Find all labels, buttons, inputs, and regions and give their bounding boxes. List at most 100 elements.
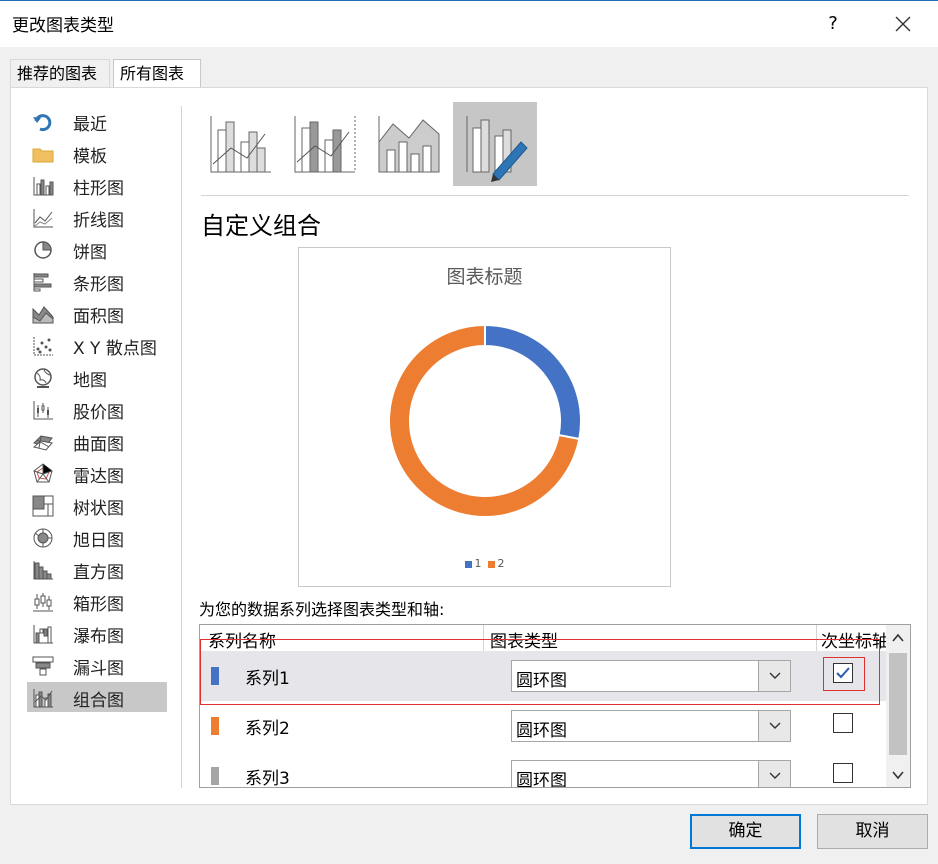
sidebar-item-folder[interactable]: 模板 <box>27 138 167 168</box>
scroll-down-button[interactable] <box>886 765 910 785</box>
chart-type-dropdown[interactable]: 圆环图 <box>511 710 791 742</box>
sidebar-item-label: 最近 <box>73 115 107 135</box>
dropdown-button[interactable] <box>758 711 790 741</box>
folder-icon <box>32 148 54 163</box>
sunburst-chart-icon <box>33 528 53 548</box>
chart-type-value: 圆环图 <box>516 721 567 741</box>
sidebar-item-label: 曲面图 <box>73 435 124 455</box>
sidebar-item-label: 折线图 <box>73 211 124 231</box>
legend-label: 1 <box>474 557 482 570</box>
scroll-up-button[interactable] <box>886 627 910 647</box>
chart-legend: 12 <box>299 557 670 570</box>
sidebar-item-bar-chart[interactable]: 条形图 <box>27 266 167 296</box>
sidebar-item-label: 树状图 <box>73 499 124 519</box>
sidebar-item-radar-chart[interactable]: 雷达图 <box>27 458 167 488</box>
title-bar: 更改图表类型 ? <box>0 1 938 47</box>
sidebar-item-label: 瀑布图 <box>73 627 124 647</box>
bar-chart-icon <box>33 273 52 292</box>
area-chart-icon <box>32 306 54 324</box>
secondary-axis-checkbox[interactable] <box>833 763 853 783</box>
subtype-stacked-area-column[interactable] <box>369 102 453 186</box>
subtype-custom-combo[interactable] <box>453 102 537 186</box>
secondary-axis-checkbox[interactable] <box>833 713 853 733</box>
header-divider <box>483 625 484 651</box>
series-row[interactable]: 系列3 圆环图 <box>200 751 886 788</box>
sidebar-item-histogram-chart[interactable]: 直方图 <box>27 554 167 584</box>
surface-chart-icon <box>32 435 53 451</box>
close-icon <box>895 16 911 32</box>
help-button[interactable]: ? <box>818 9 848 39</box>
line-chart-icon <box>33 209 53 228</box>
funnel-chart-icon <box>32 656 54 676</box>
legend-swatch <box>487 560 495 568</box>
sidebar-item-pie-chart[interactable]: 饼图 <box>27 234 167 264</box>
sidebar-item-label: 股价图 <box>73 403 124 423</box>
sidebar-item-waterfall-chart[interactable]: 瀑布图 <box>27 618 167 648</box>
series-row[interactable]: 系列2 圆环图 <box>200 701 886 751</box>
series-color-swatch <box>211 667 219 685</box>
sidebar-item-line-chart[interactable]: 折线图 <box>27 202 167 232</box>
clustered-column-line-icon <box>210 116 271 173</box>
header-divider <box>816 625 817 651</box>
sidebar-item-label: 雷达图 <box>73 467 124 487</box>
box-whisker-chart-icon <box>33 593 53 612</box>
subtype-column-line-secondary[interactable] <box>285 102 369 186</box>
legend-entry: 1 <box>464 557 482 570</box>
sidebar-item-funnel-chart[interactable]: 漏斗图 <box>27 650 167 680</box>
series-prompt: 为您的数据系列选择图表类型和轴: <box>199 600 445 619</box>
dropdown-button[interactable] <box>758 761 790 787</box>
combo-heading: 自定义组合 <box>201 212 321 240</box>
dropdown-button[interactable] <box>758 661 790 691</box>
ok-button[interactable]: 确定 <box>690 814 801 849</box>
chart-preview: 图表标题 12 <box>298 247 671 587</box>
sidebar-item-scatter-chart[interactable]: X Y 散点图 <box>27 330 167 360</box>
subtype-clustered-column-line[interactable] <box>201 102 285 186</box>
sidebar-item-recent[interactable]: 最近 <box>27 106 167 136</box>
chevron-down-icon <box>769 672 781 679</box>
legend-label: 2 <box>497 557 505 570</box>
sidebar-item-stock-chart[interactable]: 股价图 <box>27 394 167 424</box>
sidebar-item-box-whisker-chart[interactable]: 箱形图 <box>27 586 167 616</box>
column-chart-icon <box>33 177 54 196</box>
series-row[interactable]: 系列1 圆环图 <box>200 651 886 701</box>
close-button[interactable] <box>886 9 920 39</box>
chart-type-dropdown[interactable]: 圆环图 <box>511 660 791 692</box>
waterfall-chart-icon <box>33 625 53 644</box>
sidebar-item-label: 箱形图 <box>73 595 124 615</box>
grid-scrollbar[interactable] <box>886 625 910 787</box>
sidebar-item-map-chart[interactable]: 地图 <box>27 362 167 392</box>
series-name: 系列3 <box>245 769 290 788</box>
column-line-secondary-icon <box>294 116 356 173</box>
sidebar-item-label: 柱形图 <box>73 179 124 199</box>
histogram-chart-icon <box>33 561 53 580</box>
sidebar-item-area-chart[interactable]: 面积图 <box>27 298 167 328</box>
doughnut-slice-1 <box>484 325 581 441</box>
grid-header: 系列名称 图表类型 次坐标轴 <box>200 625 889 652</box>
cancel-button[interactable]: 取消 <box>817 814 928 849</box>
sidebar-item-surface-chart[interactable]: 曲面图 <box>27 426 167 456</box>
doughnut-chart <box>389 325 581 517</box>
sidebar-item-column-chart[interactable]: 柱形图 <box>27 170 167 200</box>
sidebar-item-label: 模板 <box>73 147 107 167</box>
chart-title: 图表标题 <box>446 266 523 288</box>
chevron-down-icon <box>892 771 904 780</box>
scroll-thumb[interactable] <box>889 653 907 755</box>
sidebar-item-combo-chart[interactable]: 组合图 <box>27 682 167 712</box>
change-chart-type-dialog: 更改图表类型 ? 推荐的图表 所有图表 最近模板柱形图折线图饼图条形图面积图 X … <box>0 0 938 864</box>
sidebar-item-treemap-chart[interactable]: 树状图 <box>27 490 167 520</box>
chart-type-dropdown[interactable]: 圆环图 <box>511 760 791 787</box>
sidebar-item-label: 组合图 <box>73 691 124 711</box>
secondary-axis-checkbox[interactable] <box>833 663 853 683</box>
chevron-down-icon <box>769 722 781 729</box>
chevron-up-icon <box>892 633 904 642</box>
tab-recommended[interactable]: 推荐的图表 <box>10 59 110 87</box>
tab-all-charts[interactable]: 所有图表 <box>113 59 201 88</box>
recent-icon <box>33 114 52 132</box>
sidebar-item-label: 面积图 <box>73 307 124 327</box>
legend-entry: 2 <box>487 557 505 570</box>
sidebar-item-label: 条形图 <box>73 275 124 295</box>
custom-combo-icon <box>466 116 528 182</box>
sidebar-item-sunburst-chart[interactable]: 旭日图 <box>27 522 167 552</box>
stacked-area-column-icon <box>378 116 440 173</box>
header-chart-type: 图表类型 <box>490 632 558 652</box>
